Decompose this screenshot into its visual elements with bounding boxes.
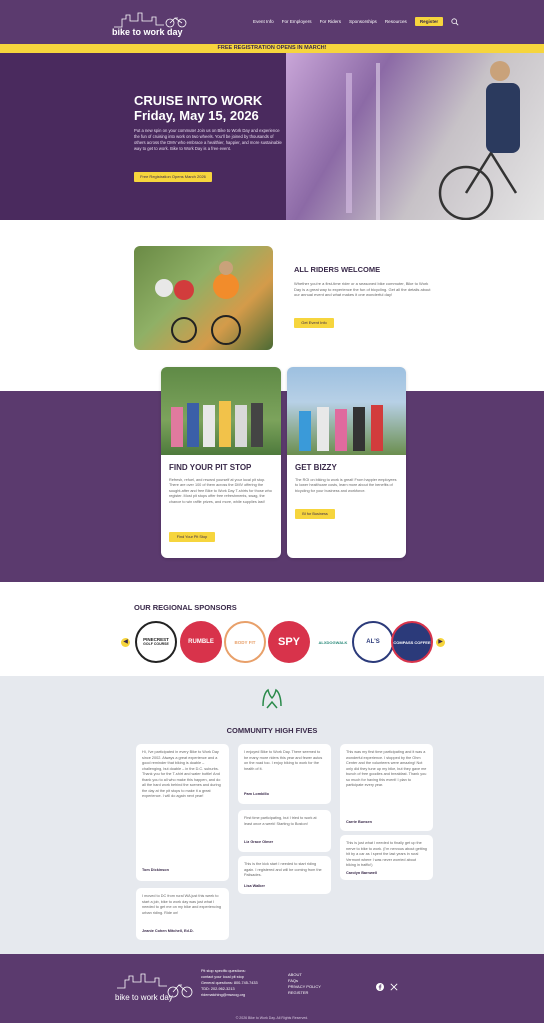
testimonial-card: This is just what I needed to finally ge…: [340, 835, 433, 880]
testimonial-text: First time participating, but I tried to…: [244, 816, 317, 826]
footer-social: [376, 983, 398, 991]
footer-link-register[interactable]: REGISTER: [288, 990, 321, 996]
get-bizzy-card: GET BIZZY The ROI on biking to work is g…: [287, 367, 406, 558]
footer-contact-email[interactable]: ridematching@mwcog.org: [201, 992, 258, 998]
sponsor-body-fit[interactable]: BODY FIT: [224, 621, 266, 663]
high-five-icon: [262, 688, 282, 709]
hero-registration-button[interactable]: Free Registration Opens March 2026: [134, 172, 212, 182]
hero-cyclist-photo: [286, 53, 544, 220]
nav-resources[interactable]: Resources: [385, 19, 407, 24]
sponsor-spy-name: SPY: [277, 636, 300, 648]
nav-event-info[interactable]: Event Info: [253, 19, 274, 24]
footer-logo-text: bike to work day: [115, 993, 173, 1002]
sponsor-compass-coffee-name: COMPASS COFFEE: [393, 639, 431, 645]
sponsor-als[interactable]: AL'S: [352, 621, 394, 663]
testimonial-text: Hi, I've participated in every Bike to W…: [142, 750, 221, 798]
testimonial-text: I enjoyed Bike to Work Day. There seemed…: [244, 750, 323, 771]
carousel-next-arrow-icon[interactable]: ▶: [436, 638, 445, 647]
sponsor-spy[interactable]: SPY: [268, 621, 310, 663]
testimonial-card: I enjoyed Bike to Work Day. There seemed…: [238, 744, 331, 804]
sponsor-rumble[interactable]: RUMBLE: [180, 621, 222, 663]
pit-stop-card: FIND YOUR PIT STOP Refresh, refuel, and …: [161, 367, 281, 558]
search-icon[interactable]: [451, 17, 459, 26]
sponsor-alxdogwalk-name: ALXDOGWALK: [318, 639, 348, 645]
footer-logo[interactable]: bike to work day: [115, 972, 195, 1002]
get-bizzy-description: The ROI on biking to work is great! From…: [295, 478, 397, 493]
testimonial-author: Lisa Walker: [244, 884, 265, 888]
footer-links: ABOUT FAQs PRIVACY POLICY REGISTER: [288, 972, 321, 996]
pit-stop-title: FIND YOUR PIT STOP: [169, 463, 252, 472]
pit-stop-photo: [161, 367, 281, 455]
testimonial-author: Jeanie Cohen Mitchell, Ed.D.: [142, 929, 194, 933]
nav-for-employers[interactable]: For Employers: [282, 19, 312, 24]
site-footer: [0, 954, 544, 1023]
testimonial-text: I moved to DC from rural WA just this we…: [142, 894, 221, 915]
register-button[interactable]: Register: [414, 17, 444, 26]
get-bizzy-photo: [287, 367, 406, 455]
testimonial-card: First time participating, but I tried to…: [238, 810, 331, 852]
skyline-icon: [114, 12, 187, 28]
testimonial-card: This was my first time participating and…: [340, 744, 433, 831]
testimonial-author: Carolyn Barnwell: [346, 871, 378, 875]
testimonials-title: COMMUNITY HIGH FIVES: [226, 726, 318, 735]
testimonial-text: This is the kick start I needed to start…: [244, 862, 322, 877]
nav-sponsorships[interactable]: Sponsorships: [349, 19, 377, 24]
riders-title: ALL RIDERS WELCOME: [294, 265, 381, 274]
hero-title: CRUISE INTO WORK: [134, 93, 263, 108]
footer-contact: Pit stop specific questions: contact you…: [201, 968, 258, 998]
testimonial-card: This is the kick start I needed to start…: [238, 856, 331, 894]
carousel-prev-arrow-icon[interactable]: ◀: [121, 638, 130, 647]
sponsors-title: OUR REGIONAL SPONSORS: [134, 603, 237, 612]
facebook-icon[interactable]: [376, 983, 384, 991]
site-header: bike to work day Event Info For Employer…: [0, 0, 544, 44]
sponsor-compass-coffee[interactable]: COMPASS COFFEE: [391, 621, 433, 663]
site-logo[interactable]: bike to work day: [112, 9, 190, 37]
testimonial-author: Liz Grace Olmer: [244, 840, 274, 844]
sponsor-alxdogwalk[interactable]: ALXDOGWALK: [312, 621, 354, 663]
nav-for-riders[interactable]: For Riders: [320, 19, 341, 24]
testimonial-author: Tom Dickinson: [142, 868, 169, 872]
testimonial-author: Carrie Bunsen: [346, 820, 372, 824]
logo-text: bike to work day: [112, 27, 183, 37]
sponsor-als-name: AL'S: [366, 639, 380, 645]
testimonial-card: I moved to DC from rural WA just this we…: [136, 888, 229, 940]
sponsor-pinecrest[interactable]: PINECREST GOLF COURSE: [135, 621, 177, 663]
hero-date: Friday, May 15, 2026: [134, 108, 259, 123]
registration-banner: FREE REGISTRATION OPENS IN MARCH!: [0, 44, 544, 53]
bi-for-business-button[interactable]: BI for Business: [295, 509, 335, 519]
riders-photo: [134, 246, 273, 350]
skyline-icon: bike to work day: [115, 973, 193, 1002]
hero-description: Put a new spin on your commute! Join us …: [134, 128, 282, 151]
copyright: © 2026 Bike to Work Day. All Rights Rese…: [235, 1016, 309, 1020]
sponsor-body-fit-name: BODY FIT: [234, 639, 256, 645]
testimonial-text: This was my first time participating and…: [346, 750, 427, 787]
main-nav: Event Info For Employers For Riders Spon…: [253, 17, 459, 26]
x-twitter-icon[interactable]: [390, 983, 398, 991]
get-bizzy-title: GET BIZZY: [295, 463, 337, 472]
pit-stop-description: Refresh, refuel, and reward yourself at …: [169, 478, 272, 504]
sponsor-pinecrest-sub: GOLF COURSE: [143, 642, 169, 646]
find-pit-stop-button[interactable]: Find Your Pit Stop: [169, 532, 215, 542]
riders-description: Whether you're a first-time rider or a s…: [294, 281, 431, 297]
sponsor-rumble-name: RUMBLE: [188, 639, 214, 645]
testimonial-text: This is just what I needed to finally ge…: [346, 841, 427, 867]
testimonial-card: Hi, I've participated in every Bike to W…: [136, 744, 229, 881]
testimonial-author: Pam Lombillo: [244, 792, 269, 796]
get-event-info-button[interactable]: Get Event Info: [294, 318, 334, 328]
